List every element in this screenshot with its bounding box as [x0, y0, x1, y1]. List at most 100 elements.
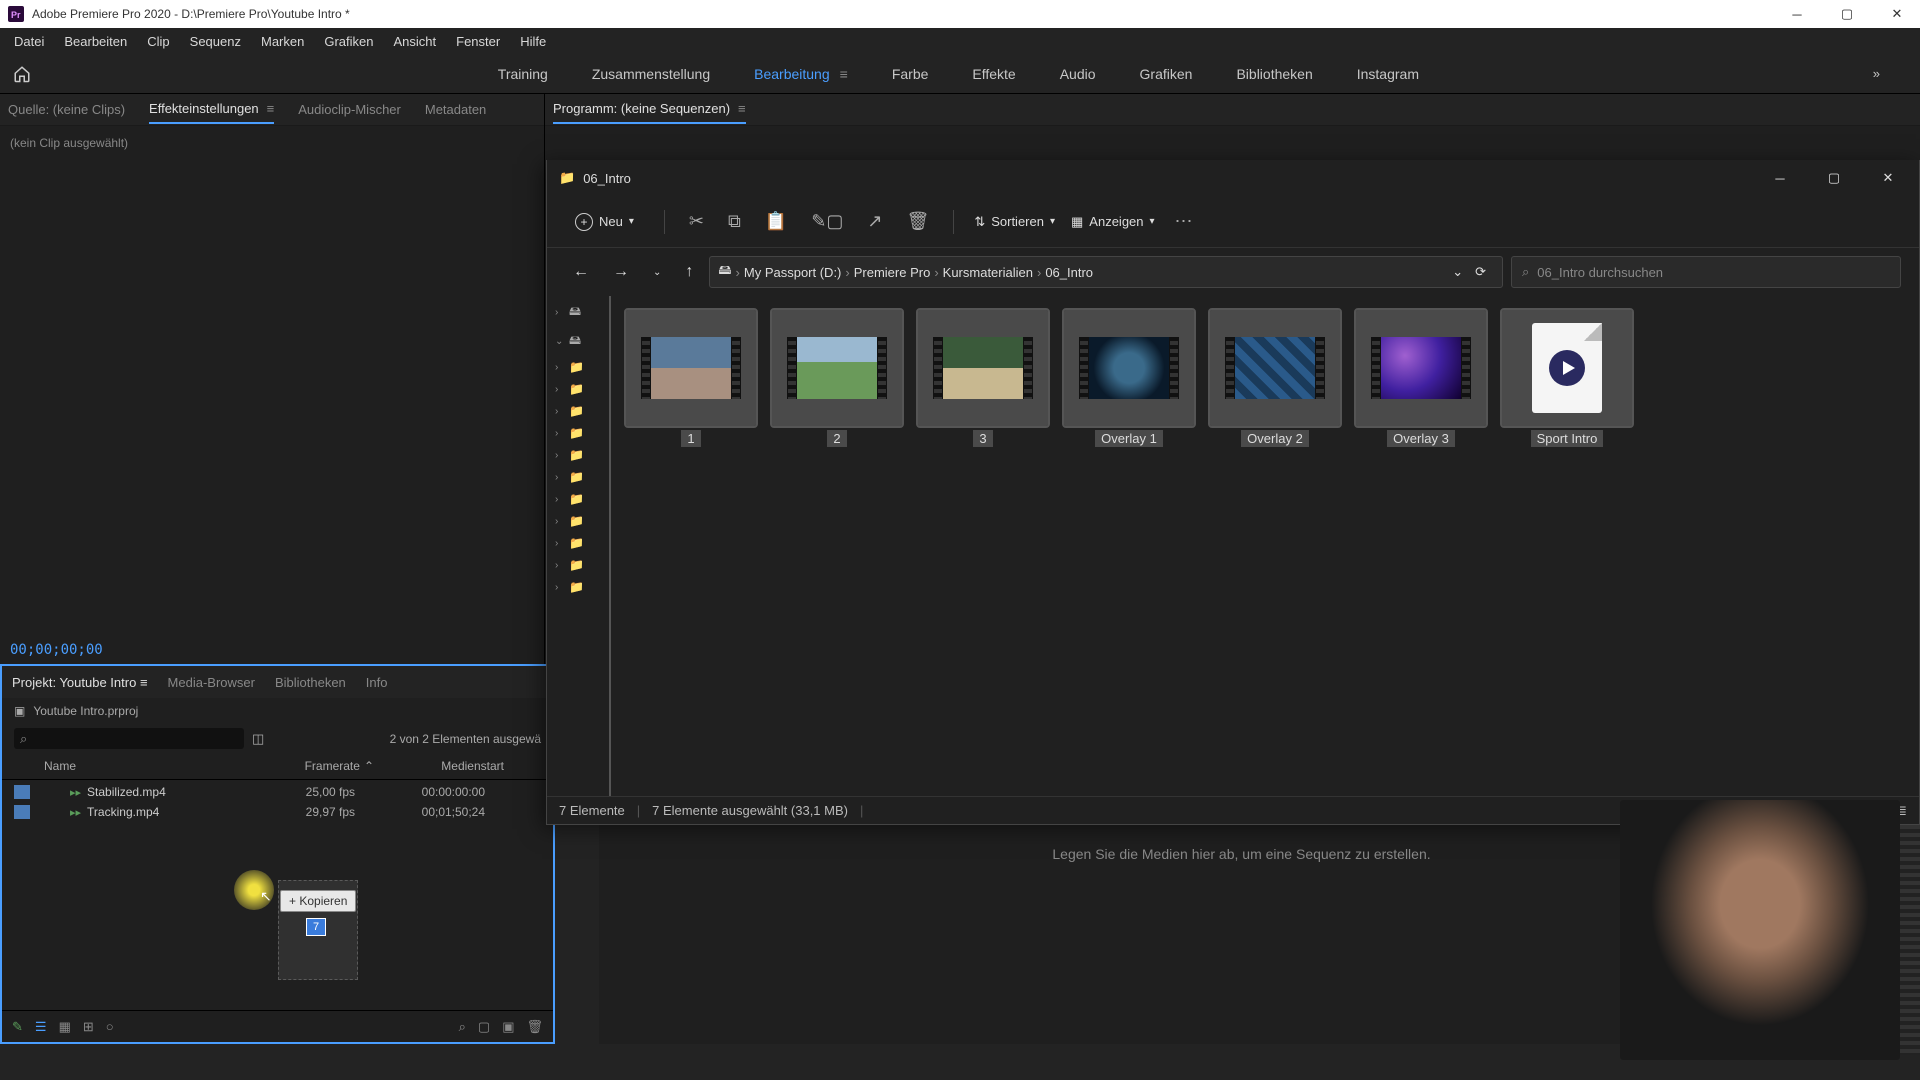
- paste-icon[interactable]: 📋: [761, 207, 791, 236]
- expand-icon[interactable]: ›: [555, 560, 565, 571]
- file-item[interactable]: Overlay 3: [1355, 310, 1487, 456]
- expand-icon[interactable]: ›: [555, 472, 565, 483]
- explorer-search[interactable]: ⌕ 06_Intro durchsuchen: [1511, 256, 1901, 288]
- explorer-minimize-button[interactable]: ─: [1761, 165, 1799, 191]
- expand-icon[interactable]: ›: [555, 494, 565, 505]
- expand-icon[interactable]: ›: [555, 428, 565, 439]
- breadcrumb-chevron-icon[interactable]: ⌄: [1452, 264, 1463, 280]
- cut-icon[interactable]: ✂: [685, 207, 708, 236]
- menu-sequenz[interactable]: Sequenz: [180, 30, 251, 53]
- tab-effekteinstellungen[interactable]: Effekteinstellungen≡: [149, 95, 274, 124]
- home-icon[interactable]: [0, 54, 44, 93]
- explorer-close-button[interactable]: ✕: [1869, 165, 1907, 191]
- explorer-maximize-button[interactable]: ▢: [1815, 165, 1853, 191]
- copy-icon[interactable]: ⧉: [724, 207, 745, 236]
- nav-back-icon[interactable]: ←: [565, 257, 597, 287]
- icon-view-icon[interactable]: ▦: [59, 1019, 71, 1035]
- rename-icon[interactable]: ✎▢: [807, 207, 847, 236]
- share-icon[interactable]: ↗: [863, 207, 886, 236]
- row-color-chip[interactable]: [14, 805, 30, 819]
- view-button[interactable]: ▦ Anzeigen ▾: [1071, 214, 1155, 230]
- list-view-icon[interactable]: ☰: [35, 1019, 47, 1035]
- col-name[interactable]: Name: [14, 759, 264, 773]
- file-item[interactable]: 2: [771, 310, 903, 456]
- project-search-input[interactable]: [14, 728, 244, 749]
- workspace-zusammenstellung[interactable]: Zusammenstellung: [584, 62, 718, 86]
- source-timecode[interactable]: 00;00;00;00: [0, 636, 544, 664]
- nav-up-icon[interactable]: ↑: [677, 257, 701, 287]
- find-icon[interactable]: ⌕: [459, 1019, 466, 1035]
- new-button[interactable]: +Neu ▾: [565, 207, 644, 237]
- tab-audioclip-mischer[interactable]: Audioclip-Mischer: [298, 96, 401, 123]
- project-row[interactable]: ▸▸ Stabilized.mp4 25,00 fps 00:00:00:00: [2, 782, 553, 802]
- breadcrumb-item[interactable]: 06_Intro: [1045, 265, 1093, 280]
- row-color-chip[interactable]: [14, 785, 30, 799]
- menu-marken[interactable]: Marken: [251, 30, 314, 53]
- project-list[interactable]: ▸▸ Stabilized.mp4 25,00 fps 00:00:00:00 …: [2, 780, 553, 1010]
- workspace-audio[interactable]: Audio: [1052, 62, 1104, 86]
- new-item-icon[interactable]: ▣: [502, 1019, 514, 1035]
- workspace-grafiken[interactable]: Grafiken: [1132, 62, 1201, 86]
- delete-icon[interactable]: 🗑: [902, 207, 933, 236]
- nav-recent-icon[interactable]: ⌄: [645, 261, 669, 284]
- project-bin-icon[interactable]: ◫: [252, 731, 264, 747]
- workspace-farbe[interactable]: Farbe: [884, 62, 937, 86]
- sort-button[interactable]: ⇅ Sortieren ▾: [974, 214, 1055, 230]
- workspace-instagram[interactable]: Instagram: [1349, 62, 1427, 86]
- window-maximize-button[interactable]: ▢: [1832, 4, 1862, 24]
- workspace-bibliotheken[interactable]: Bibliotheken: [1228, 62, 1320, 86]
- col-mediastart[interactable]: Medienstart: [374, 759, 504, 773]
- menu-fenster[interactable]: Fenster: [446, 30, 510, 53]
- more-icon[interactable]: ⋯: [1171, 207, 1197, 236]
- breadcrumb[interactable]: 🖴 › My Passport (D:) › Premiere Pro › Ku…: [709, 256, 1503, 288]
- explorer-tree[interactable]: ›🖴 ⌄🖴 ›📁 ›📁 ›📁 ›📁 ›📁 ›📁 ›📁 ›📁 ›📁 ›📁 ›📁: [547, 296, 611, 796]
- window-close-button[interactable]: ✕: [1882, 4, 1912, 24]
- tab-media-browser[interactable]: Media-Browser: [168, 675, 255, 690]
- explorer-content[interactable]: 1 2 3 Overlay 1 Overlay 2 Overlay 3: [611, 296, 1919, 796]
- tab-metadaten[interactable]: Metadaten: [425, 96, 486, 123]
- expand-icon[interactable]: ›: [555, 384, 565, 395]
- expand-icon[interactable]: ›: [555, 538, 565, 549]
- breadcrumb-item[interactable]: Premiere Pro: [854, 265, 931, 280]
- tab-menu-icon[interactable]: ≡: [140, 675, 148, 690]
- menu-datei[interactable]: Datei: [4, 30, 54, 53]
- workspace-training[interactable]: Training: [490, 62, 556, 86]
- refresh-icon[interactable]: ⟳: [1467, 264, 1494, 280]
- expand-icon[interactable]: ›: [555, 362, 565, 373]
- expand-icon[interactable]: ›: [555, 516, 565, 527]
- trash-icon[interactable]: 🗑: [526, 1019, 543, 1035]
- freeform-view-icon[interactable]: ⊞: [83, 1019, 94, 1035]
- new-bin-icon[interactable]: ▢: [478, 1019, 490, 1035]
- menu-bearbeiten[interactable]: Bearbeiten: [54, 30, 137, 53]
- nav-forward-icon[interactable]: →: [605, 257, 637, 287]
- expand-icon[interactable]: ›: [555, 450, 565, 461]
- menu-clip[interactable]: Clip: [137, 30, 179, 53]
- tab-menu-icon[interactable]: ≡: [267, 101, 275, 116]
- file-item[interactable]: 1: [625, 310, 757, 456]
- window-minimize-button[interactable]: ─: [1782, 4, 1812, 24]
- project-row[interactable]: ▸▸ Tracking.mp4 29,97 fps 00;01;50;24: [2, 802, 553, 822]
- tab-programm[interactable]: Programm: (keine Sequenzen)≡: [553, 95, 746, 124]
- tab-quelle[interactable]: Quelle: (keine Clips): [8, 96, 125, 123]
- workspace-overflow-icon[interactable]: »: [1873, 66, 1920, 81]
- collapse-icon[interactable]: ⌄: [555, 336, 565, 347]
- workspace-effekte[interactable]: Effekte: [964, 62, 1023, 86]
- workspace-bearbeitung[interactable]: Bearbeitung≡: [746, 62, 856, 86]
- menu-hilfe[interactable]: Hilfe: [510, 30, 556, 53]
- breadcrumb-item[interactable]: My Passport (D:): [744, 265, 842, 280]
- tab-menu-icon[interactable]: ≡: [738, 101, 746, 116]
- write-icon[interactable]: ✎: [12, 1019, 23, 1035]
- breadcrumb-item[interactable]: Kursmaterialien: [943, 265, 1033, 280]
- workspace-menu-icon[interactable]: ≡: [840, 66, 848, 82]
- tab-project[interactable]: Projekt: Youtube Intro ≡: [12, 675, 148, 690]
- zoom-slider-handle[interactable]: ○: [106, 1019, 114, 1034]
- expand-icon[interactable]: ›: [555, 406, 565, 417]
- file-item[interactable]: Overlay 2: [1209, 310, 1341, 456]
- menu-grafiken[interactable]: Grafiken: [314, 30, 383, 53]
- file-item[interactable]: Overlay 1: [1063, 310, 1195, 456]
- menu-ansicht[interactable]: Ansicht: [383, 30, 446, 53]
- tab-bibliotheken[interactable]: Bibliotheken: [275, 675, 346, 690]
- expand-icon[interactable]: ›: [555, 582, 565, 593]
- file-item[interactable]: Sport Intro: [1501, 310, 1633, 456]
- file-item[interactable]: 3: [917, 310, 1049, 456]
